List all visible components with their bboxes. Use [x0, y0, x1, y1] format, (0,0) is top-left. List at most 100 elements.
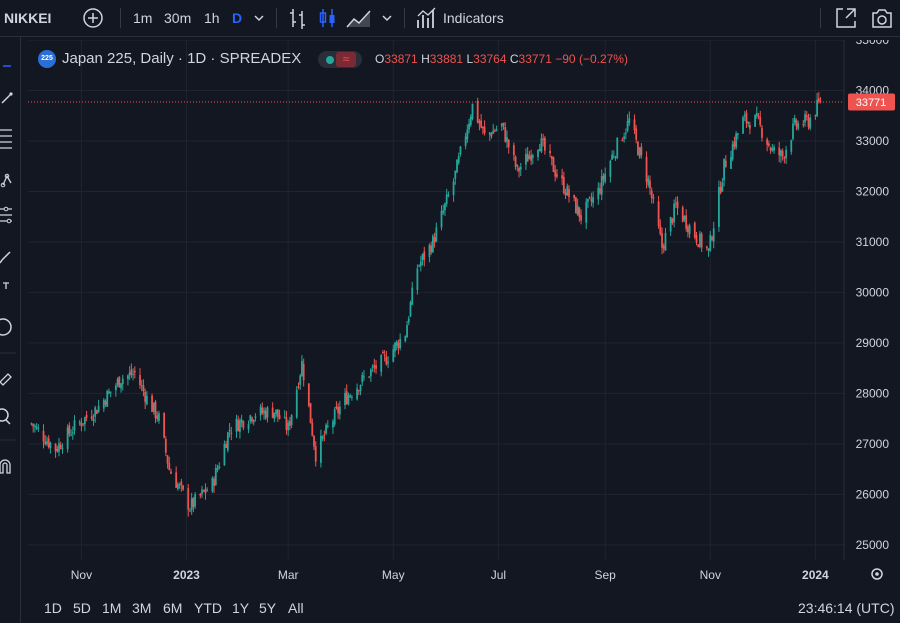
- candle-body: [771, 148, 774, 151]
- candle-body: [444, 203, 446, 211]
- axis-settings-icon[interactable]: [871, 568, 883, 580]
- area-style-icon[interactable]: [346, 0, 372, 36]
- candle-body: [669, 216, 672, 232]
- candle-body: [564, 192, 567, 196]
- candle-body: [685, 215, 688, 229]
- range-6m[interactable]: 6M: [163, 594, 182, 623]
- candle-body: [121, 378, 124, 385]
- candles-style-icon[interactable]: [318, 0, 338, 36]
- candle-body: [730, 157, 732, 169]
- candle-body: [371, 366, 374, 368]
- candle-body: [56, 449, 59, 452]
- range-ytd[interactable]: YTD: [194, 594, 222, 623]
- candle-body: [543, 137, 546, 151]
- candle-body: [333, 409, 336, 425]
- candle-body: [602, 175, 605, 180]
- candle-body: [357, 390, 360, 392]
- y-tick-label: 27000: [856, 437, 890, 451]
- candle-body: [587, 198, 589, 202]
- zoom-icon[interactable]: [0, 408, 11, 425]
- candle-body: [337, 407, 340, 414]
- candle-body: [228, 429, 231, 432]
- candle-body: [783, 157, 786, 159]
- candle-body: [705, 246, 708, 249]
- range-1d[interactable]: 1D: [44, 594, 62, 623]
- price-chart[interactable]: 3500034000330003200031000300002900028000…: [28, 40, 900, 587]
- ruler-icon[interactable]: [0, 373, 12, 386]
- toolbar-divider: [820, 8, 821, 28]
- candle-body: [599, 188, 601, 193]
- close-value: 33771: [518, 52, 552, 66]
- range-3m[interactable]: 3M: [132, 594, 151, 623]
- candle-body: [118, 376, 121, 388]
- fib-retracement-icon[interactable]: [0, 129, 12, 149]
- candle-body: [433, 237, 436, 243]
- chevron-down-icon[interactable]: [380, 0, 394, 36]
- candle-body: [235, 418, 238, 432]
- chevron-down-icon[interactable]: [252, 0, 266, 36]
- candle-body: [154, 401, 157, 418]
- candle-body: [673, 203, 676, 223]
- text-icon[interactable]: [3, 282, 9, 289]
- price-axis[interactable]: 3500034000330003200031000300002900028000…: [856, 40, 890, 552]
- candle-body: [664, 232, 667, 251]
- close-label: C: [509, 52, 519, 66]
- candle-body: [259, 406, 262, 416]
- symbol-search[interactable]: NIKKEI: [4, 0, 51, 36]
- indicators-icon[interactable]: [416, 0, 438, 36]
- time-axis[interactable]: Nov 2023 Mar May Jul Sep Nov 2024: [71, 568, 829, 582]
- candle-body: [216, 468, 219, 471]
- forecasting-icon[interactable]: [0, 206, 12, 224]
- candle-body: [814, 115, 817, 117]
- indicators-button[interactable]: Indicators: [443, 0, 504, 36]
- candle-body: [94, 407, 97, 417]
- candle-body: [423, 251, 426, 260]
- y-tick-label: 29000: [856, 336, 890, 350]
- range-all[interactable]: All: [288, 594, 304, 623]
- range-1y[interactable]: 1Y: [232, 594, 249, 623]
- brush-icon[interactable]: [0, 251, 11, 264]
- candle-body: [373, 365, 376, 368]
- fullscreen-icon[interactable]: [834, 0, 856, 36]
- emoji-icon[interactable]: [0, 318, 12, 336]
- utc-clock[interactable]: 23:46:14 (UTC): [798, 594, 894, 623]
- chart-title[interactable]: Japan 225, Daily · 1D · SPREADEX: [62, 50, 301, 67]
- trendline-icon[interactable]: [1, 92, 13, 104]
- candle-body: [611, 154, 613, 160]
- candle-body: [580, 215, 582, 221]
- candle-body: [363, 376, 365, 378]
- y-tick-label: 25000: [856, 538, 890, 552]
- candle-body: [781, 151, 784, 157]
- candle-body: [804, 114, 806, 123]
- range-5y[interactable]: 5Y: [259, 594, 276, 623]
- add-symbol-icon[interactable]: [82, 0, 106, 36]
- range-1m[interactable]: 1M: [102, 594, 121, 623]
- candle-body: [202, 490, 205, 492]
- candle-body: [817, 98, 820, 102]
- candle-body: [152, 402, 155, 412]
- interval-1h[interactable]: 1h: [204, 0, 220, 36]
- interval-30m[interactable]: 30m: [164, 0, 191, 36]
- candle-body: [271, 407, 274, 418]
- candle-body: [297, 386, 300, 388]
- candle-body: [409, 302, 412, 317]
- pattern-icon[interactable]: [0, 173, 12, 188]
- interval-d[interactable]: D: [232, 0, 242, 36]
- range-5d[interactable]: 5D: [73, 594, 91, 623]
- symbol-badge: 225: [38, 50, 56, 68]
- candle-body: [356, 388, 358, 400]
- bars-style-icon[interactable]: [288, 0, 308, 36]
- magnet-icon[interactable]: [0, 459, 11, 474]
- interval-1m[interactable]: 1m: [133, 0, 152, 36]
- camera-icon[interactable]: [870, 0, 894, 36]
- candle-body: [807, 117, 810, 127]
- candle-body: [623, 136, 626, 139]
- candle-body: [175, 472, 178, 488]
- drawing-toolbar: [0, 37, 21, 623]
- candle-body: [792, 123, 794, 140]
- candle-body: [457, 155, 460, 163]
- candle-body: [650, 190, 653, 199]
- candle-body: [73, 420, 76, 431]
- candle-body: [90, 416, 93, 419]
- candle-body: [778, 147, 781, 156]
